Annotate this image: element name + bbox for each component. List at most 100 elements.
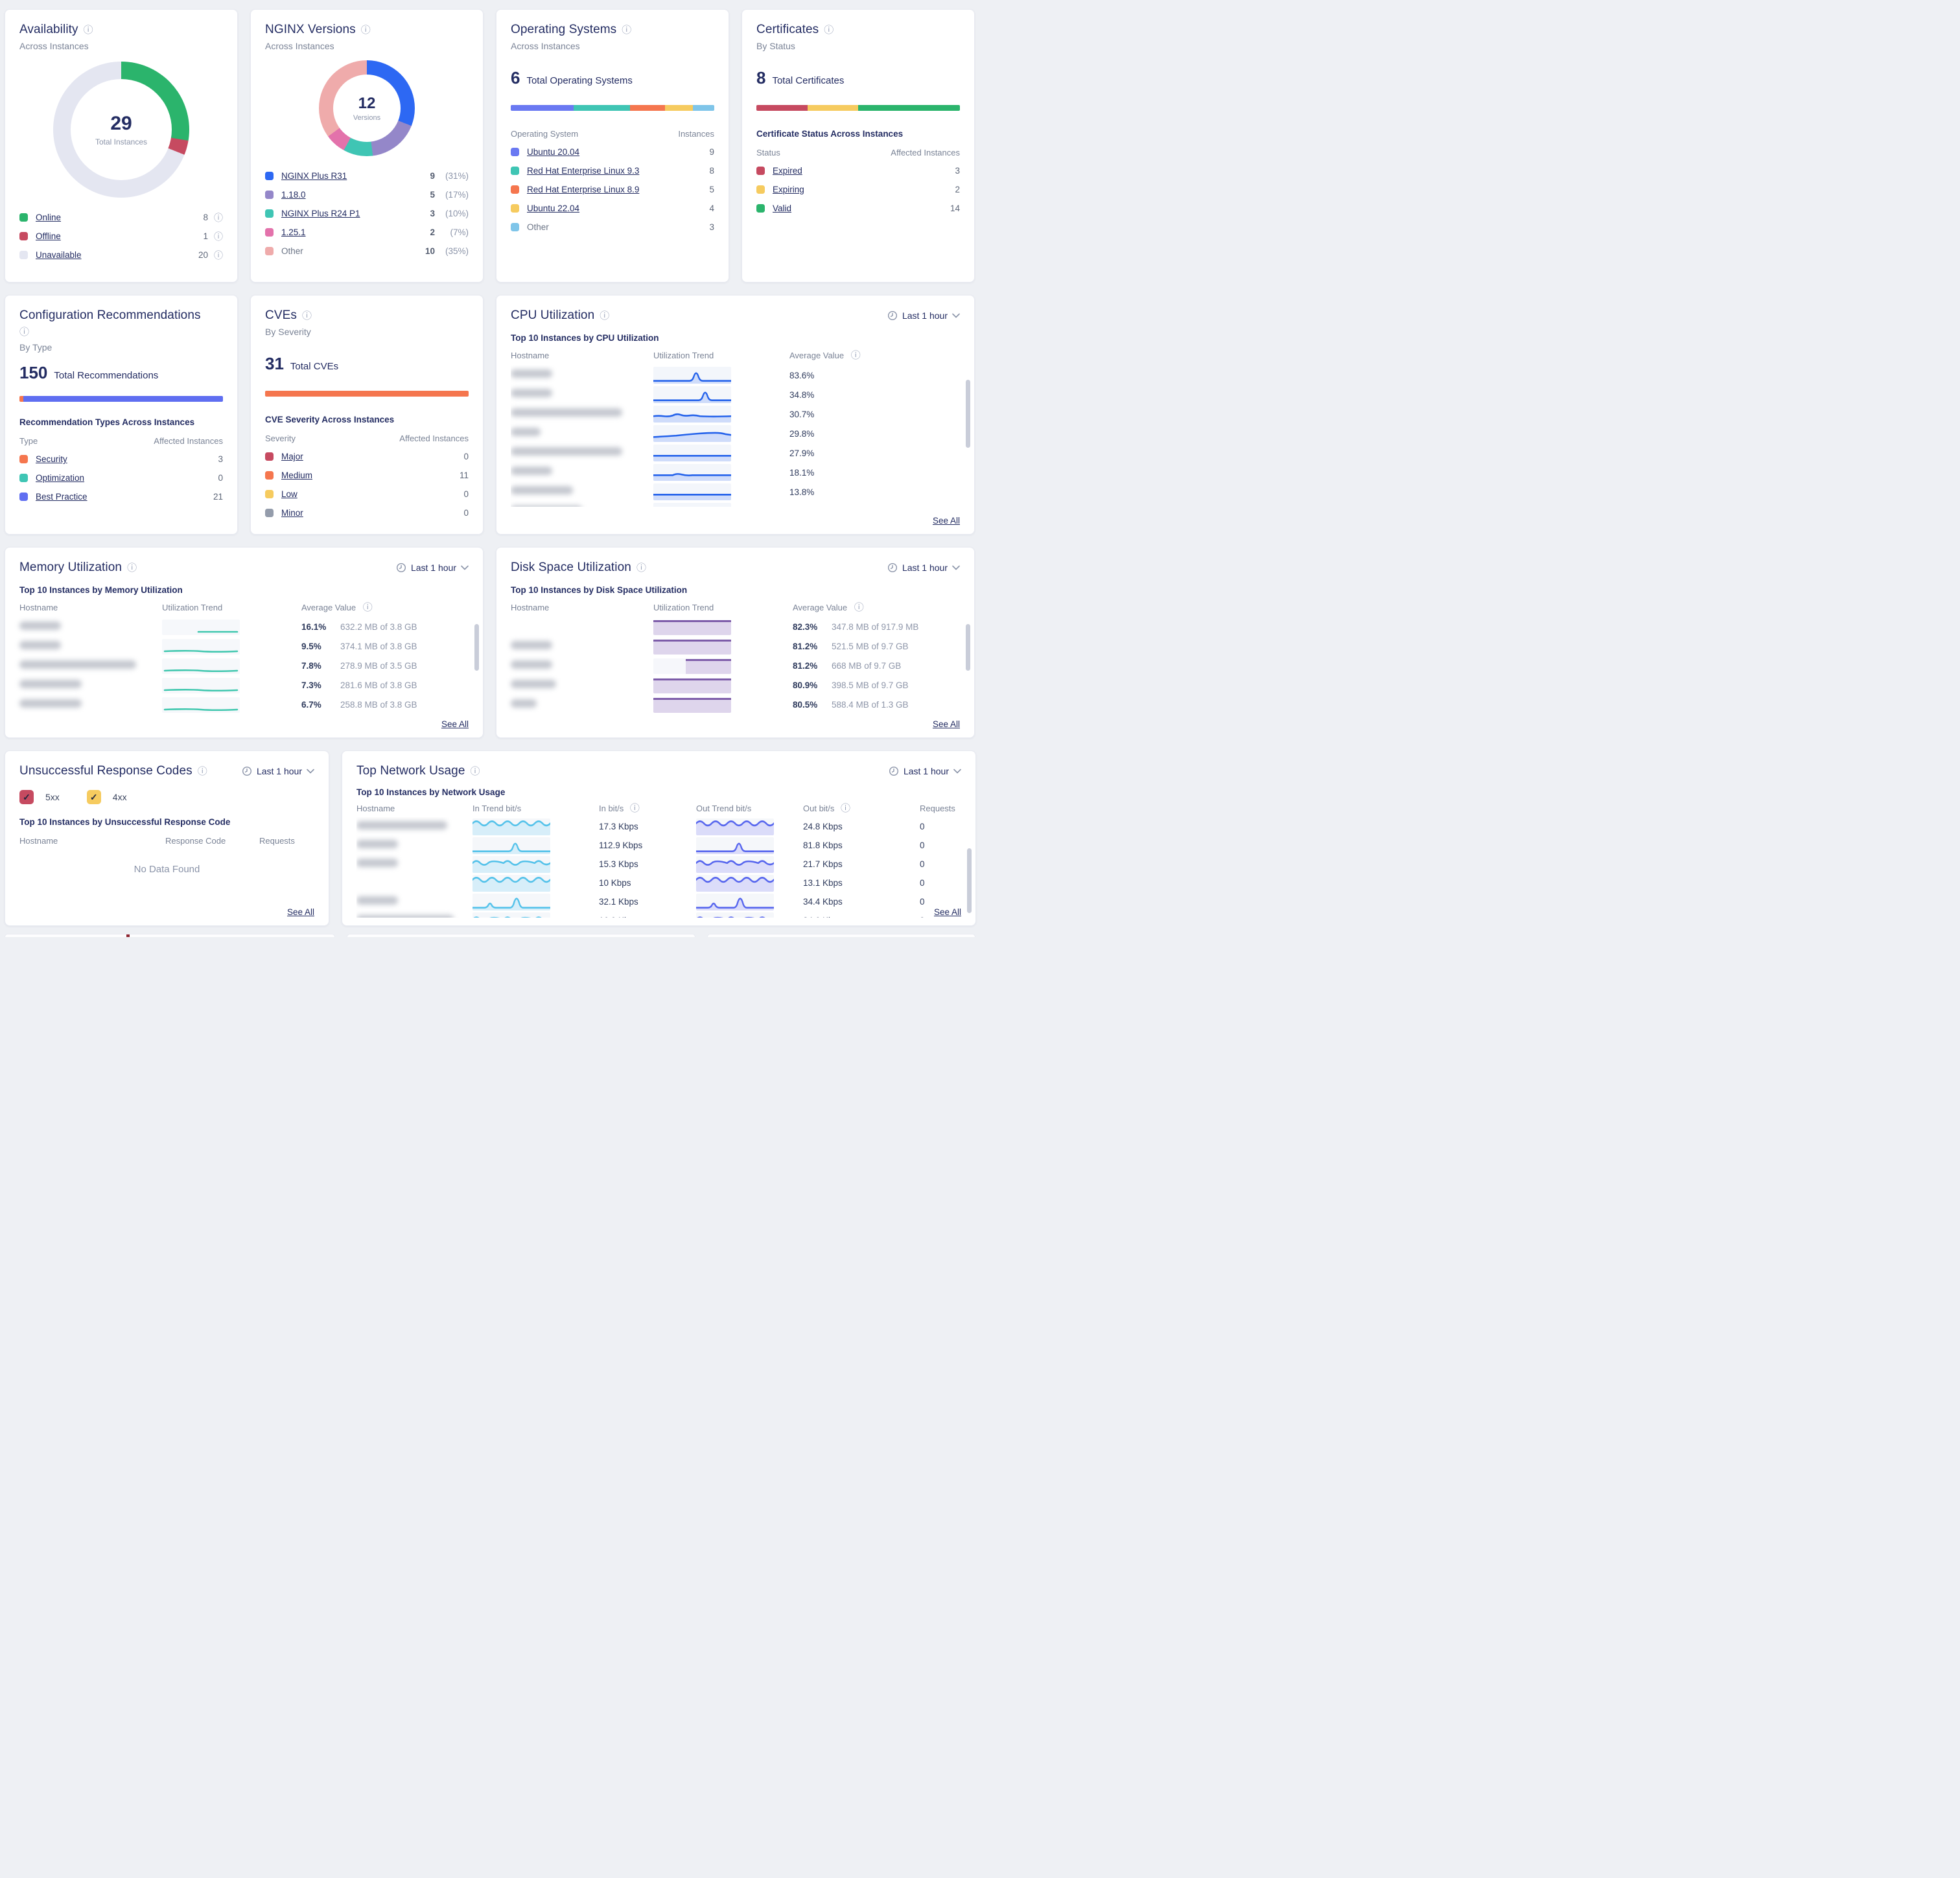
info-icon[interactable]: ⓘ bbox=[302, 311, 312, 321]
unavailable-link[interactable]: Unavailable bbox=[36, 250, 82, 260]
info-icon[interactable]: ⓘ bbox=[361, 25, 371, 35]
card-subtitle: Across Instances bbox=[265, 41, 469, 51]
chevron-down-icon bbox=[952, 565, 960, 570]
blurred-hostname bbox=[511, 680, 556, 688]
optimization-link[interactable]: Optimization bbox=[36, 473, 84, 483]
unavailable-swatch bbox=[19, 251, 28, 259]
os-row: Red Hat Enterprise Linux 8.9 5 bbox=[511, 180, 714, 199]
info-icon[interactable]: ⓘ bbox=[363, 602, 373, 613]
cpu-trend-sparkline bbox=[653, 406, 731, 423]
info-icon[interactable]: ⓘ bbox=[841, 803, 850, 814]
donut-total: 12 bbox=[358, 95, 376, 113]
col-trend: Utilization Trend bbox=[162, 603, 301, 612]
cpu-rows: 83.6% 34.8% 30.7% 29.8% bbox=[511, 365, 960, 507]
scrollbar[interactable] bbox=[474, 624, 479, 671]
section-heading: Top 10 Instances by Disk Space Utilizati… bbox=[511, 585, 960, 595]
info-icon[interactable]: ⓘ bbox=[127, 563, 137, 573]
time-range-select[interactable]: Last 1 hour bbox=[887, 310, 960, 321]
info-icon[interactable]: ⓘ bbox=[198, 767, 207, 776]
offline-link[interactable]: Offline bbox=[36, 231, 61, 241]
valid-link[interactable]: Valid bbox=[773, 203, 791, 213]
out-rate: 34.4 Kbps bbox=[803, 897, 920, 907]
version-link[interactable]: 1.25.1 bbox=[281, 227, 306, 237]
medium-link[interactable]: Medium bbox=[281, 470, 312, 480]
dashboard-row-4: Unsuccessful Response Codes ⓘ Last 1 hou… bbox=[5, 750, 975, 926]
see-all-link[interactable]: See All bbox=[934, 907, 961, 917]
version-link[interactable]: NGINX Plus R31 bbox=[281, 171, 347, 181]
version-link[interactable]: NGINX Plus R24 P1 bbox=[281, 209, 360, 218]
cpu-average-value: 13.8% bbox=[789, 487, 960, 497]
os-link[interactable]: Red Hat Enterprise Linux 8.9 bbox=[527, 185, 639, 194]
info-icon[interactable]: ⓘ bbox=[214, 211, 223, 224]
info-icon[interactable]: ⓘ bbox=[636, 563, 646, 573]
see-all-link[interactable]: See All bbox=[441, 719, 469, 729]
expired-count: 3 bbox=[955, 166, 960, 176]
info-icon[interactable]: ⓘ bbox=[622, 25, 631, 35]
disk-detail: 588.4 MB of 1.3 GB bbox=[832, 700, 909, 710]
scrollbar[interactable] bbox=[966, 380, 970, 448]
os-link[interactable]: Red Hat Enterprise Linux 9.3 bbox=[527, 166, 639, 176]
info-icon[interactable]: ⓘ bbox=[851, 350, 861, 361]
total-certificates: 8 bbox=[756, 68, 765, 88]
out-trend-sparkline bbox=[696, 837, 774, 854]
cpu-average-value: 34.8% bbox=[789, 390, 960, 400]
expired-link[interactable]: Expired bbox=[773, 166, 802, 176]
info-icon[interactable]: ⓘ bbox=[854, 602, 864, 613]
info-icon[interactable]: ⓘ bbox=[214, 230, 223, 243]
cpu-trend-sparkline bbox=[653, 386, 731, 403]
bar-seg-valid bbox=[858, 105, 960, 111]
version-count: 9 bbox=[430, 171, 435, 181]
version-count: 10 bbox=[425, 246, 435, 256]
next-row-partial bbox=[5, 934, 975, 937]
info-icon[interactable]: ⓘ bbox=[824, 25, 834, 35]
scrollbar[interactable] bbox=[966, 624, 970, 671]
table-row: 18.1% bbox=[511, 463, 960, 482]
out-rate: 24.8 Kbps bbox=[803, 822, 920, 831]
4xx-label: 4xx bbox=[113, 792, 127, 802]
time-range-select[interactable]: Last 1 hour bbox=[889, 766, 961, 776]
os-link[interactable]: Ubuntu 20.04 bbox=[527, 147, 579, 157]
optimization-count: 0 bbox=[218, 473, 223, 483]
see-all-link[interactable]: See All bbox=[933, 516, 960, 526]
time-range-select[interactable]: Last 1 hour bbox=[396, 562, 469, 573]
time-range-select[interactable]: Last 1 hour bbox=[887, 562, 960, 573]
minor-link[interactable]: Minor bbox=[281, 508, 303, 518]
col-trend: Utilization Trend bbox=[653, 603, 793, 612]
cpu-trend-sparkline bbox=[653, 483, 731, 500]
info-icon[interactable]: ⓘ bbox=[471, 767, 480, 776]
info-icon[interactable]: ⓘ bbox=[19, 327, 29, 338]
no-data-message: No Data Found bbox=[19, 864, 314, 875]
best-practice-link[interactable]: Best Practice bbox=[36, 492, 88, 502]
memory-detail: 281.6 MB of 3.8 GB bbox=[340, 680, 417, 690]
time-range-select[interactable]: Last 1 hour bbox=[242, 766, 314, 776]
info-icon[interactable]: ⓘ bbox=[630, 803, 640, 814]
version-swatch bbox=[265, 247, 274, 255]
card-title: Unsuccessful Response Codes bbox=[19, 764, 192, 778]
memory-average-value: 7.8% bbox=[301, 661, 330, 671]
info-icon[interactable]: ⓘ bbox=[214, 249, 223, 262]
see-all-link[interactable]: See All bbox=[933, 719, 960, 729]
low-link[interactable]: Low bbox=[281, 489, 298, 499]
disk-rows: 82.3%347.8 MB of 917.9 MB 81.2%521.5 MB … bbox=[511, 618, 960, 715]
scrollbar[interactable] bbox=[967, 848, 972, 913]
info-icon[interactable]: ⓘ bbox=[600, 311, 609, 321]
info-icon[interactable]: ⓘ bbox=[84, 25, 93, 35]
5xx-checkbox[interactable]: ✓ bbox=[19, 790, 34, 804]
major-link[interactable]: Major bbox=[281, 452, 303, 461]
see-all-link[interactable]: See All bbox=[287, 907, 314, 917]
security-link[interactable]: Security bbox=[36, 454, 67, 464]
expiring-link[interactable]: Expiring bbox=[773, 185, 804, 194]
version-link[interactable]: 1.18.0 bbox=[281, 190, 306, 200]
table-row: 32.1 Kbps 34.4 Kbps 0 bbox=[356, 892, 961, 911]
4xx-checkbox[interactable]: ✓ bbox=[87, 790, 101, 804]
in-rate: 16.9 Kbps bbox=[599, 916, 696, 918]
total-cves-label: Total CVEs bbox=[290, 361, 338, 372]
table-row: 34.8% bbox=[511, 385, 960, 404]
card-subtitle: By Type bbox=[19, 342, 223, 353]
version-pct: (17%) bbox=[435, 190, 469, 200]
online-link[interactable]: Online bbox=[36, 213, 61, 222]
os-link[interactable]: Ubuntu 22.04 bbox=[527, 203, 579, 213]
card-subtitle: Across Instances bbox=[511, 41, 714, 51]
minor-swatch bbox=[265, 509, 274, 517]
cves-card: CVEs ⓘ By Severity 31 Total CVEs CVE Sev… bbox=[250, 295, 484, 535]
